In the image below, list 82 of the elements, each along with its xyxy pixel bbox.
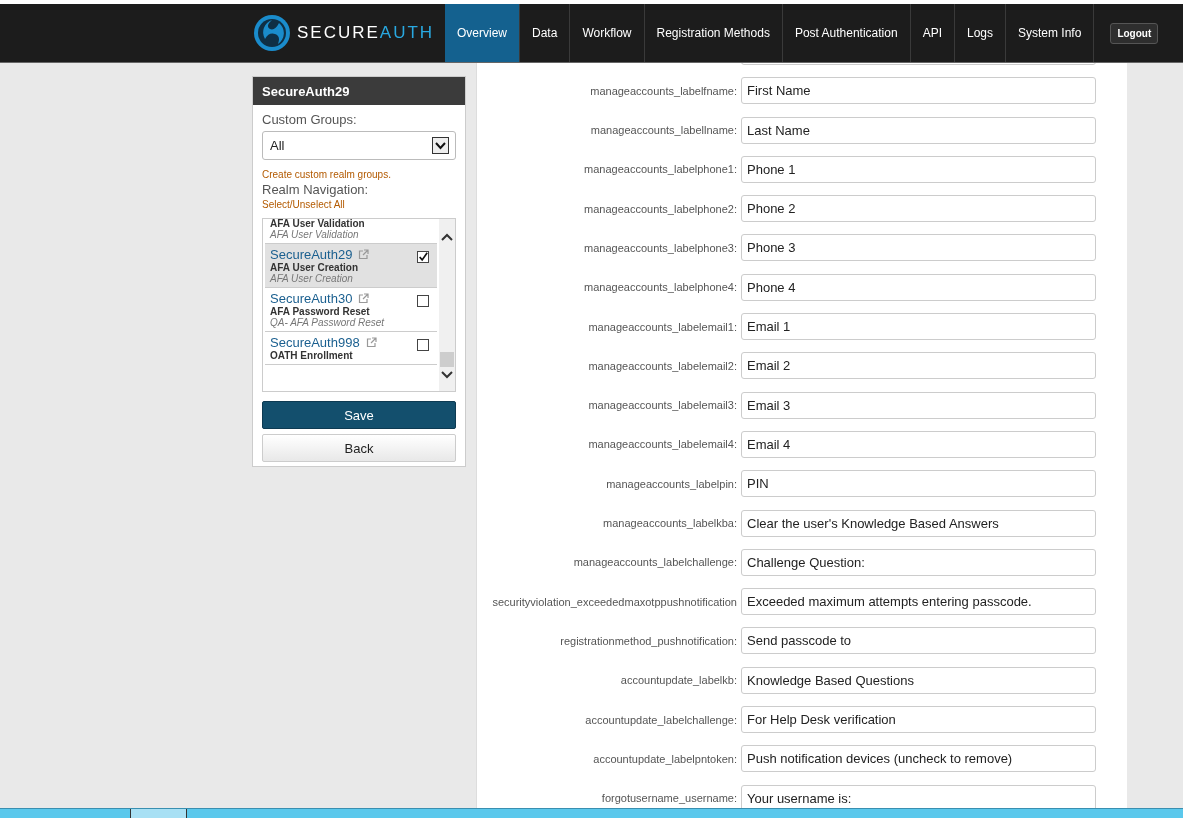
field-label: accountupdate_labelpntoken:	[592, 752, 737, 765]
field-label: manageaccounts_labelfname:	[589, 84, 737, 97]
nav-tab[interactable]: Overview	[445, 4, 520, 62]
input-field[interactable]: Push notification devices (uncheck to remove)	[741, 745, 1096, 773]
input-field[interactable]: First Name	[741, 77, 1096, 105]
field-label: accountupdate_labelchallenge:	[584, 713, 737, 726]
create-groups-link[interactable]: Create custom realm groups.	[262, 169, 456, 180]
nav-tab[interactable]: Logs	[955, 4, 1006, 62]
checkbox[interactable]	[417, 251, 429, 263]
realm-navigation-label: Realm Navigation:	[262, 182, 370, 197]
select-all-link[interactable]: Select/Unselect All	[262, 199, 456, 210]
realm-subtitle: AFA User Creation	[270, 273, 354, 284]
realm-description: OATH Enrollment	[270, 350, 354, 361]
input-field[interactable]: Last Name	[741, 116, 1096, 144]
scroll-thumb[interactable]	[440, 352, 454, 367]
scrollbar[interactable]	[439, 219, 455, 391]
field-label: forgotusername_username:	[600, 792, 737, 805]
groups-label: Custom Groups:	[262, 112, 358, 127]
realm-description: AFA User Creation	[270, 262, 359, 273]
field-label: registrationmethod_pushnotification:	[559, 634, 737, 647]
input-field[interactable]: Phone 1	[741, 155, 1096, 183]
input-field[interactable]: Exceeded maximum attempts entering passcode.	[741, 588, 1096, 616]
realm-item[interactable]: SecureAuth30 AFA Password Reset QA- AFA Password Reset	[265, 288, 437, 332]
nav-tab[interactable]: Data	[520, 4, 571, 62]
input-field[interactable]: Phone 3	[741, 234, 1096, 262]
input-field[interactable]: Phone 4	[741, 273, 1096, 301]
realm-subtitle: AFA User Validation	[270, 229, 360, 240]
input-field[interactable]: Email 3	[741, 391, 1096, 419]
panel-title: SecureAuth29	[253, 77, 465, 105]
groups-dropdown[interactable]: All	[262, 131, 456, 160]
swirl-logo-icon	[253, 14, 291, 52]
nav-tab[interactable]: Registration Methods	[644, 4, 783, 62]
scroll-up-icon[interactable]	[441, 233, 453, 241]
dropdown-value: All	[270, 138, 285, 153]
field-label: manageaccounts_labelphone3:	[583, 242, 737, 254]
input-field[interactable]: Email 2	[741, 352, 1096, 380]
field-label: manageaccounts_labelkba:	[602, 517, 737, 530]
realm-link[interactable]: SecureAuth998	[270, 335, 360, 350]
nav-tab[interactable]: System Info	[1006, 4, 1095, 62]
input-field[interactable]: Phone 2	[741, 195, 1096, 223]
input-field[interactable]: Email 4	[741, 430, 1096, 458]
input-field[interactable]: Knowledge Based Questions	[741, 666, 1096, 694]
realm-description: AFA User Validation	[270, 219, 365, 229]
external-link-icon[interactable]	[358, 293, 370, 304]
field-label: manageaccounts_labelphone4:	[583, 281, 737, 294]
nav-tab[interactable]: Workflow	[570, 4, 645, 62]
realm-item[interactable]: SecureAuth998 OATH Enrollment	[265, 332, 437, 365]
field-label: manageaccounts_labelemail2:	[587, 359, 737, 372]
field-label: manageaccounts_labelpin:	[605, 477, 737, 490]
input-field[interactable]: Email 1	[741, 313, 1096, 341]
nav-tab[interactable]: Post Authentication	[782, 4, 911, 62]
save-button[interactable]: Save	[262, 401, 456, 429]
logo-text: SECUREAUTH	[297, 23, 435, 43]
input-field[interactable]: Challenge Question:	[741, 548, 1096, 576]
field-label: manageaccounts_labellname:	[589, 124, 737, 137]
checkbox[interactable]	[417, 339, 429, 351]
back-button[interactable]: Back	[262, 434, 456, 462]
external-link-icon[interactable]	[365, 337, 377, 348]
input-field[interactable]: Clear the user's Knowledge Based Answers	[741, 509, 1096, 537]
logout-button[interactable]: Logout	[1110, 22, 1159, 44]
field-label: manageaccounts_labelchallenge:	[572, 556, 737, 569]
nav-tab[interactable]: API	[910, 4, 955, 62]
field-label: securityviolation_exceededmaxotppushnotification	[491, 595, 737, 608]
field-label: manageaccounts_labelemail3:	[587, 399, 737, 412]
field-label: accountupdate_labelkb:	[619, 674, 737, 687]
field-label: manageaccounts_labelphone1:	[583, 163, 737, 176]
input-field[interactable]: Your username is:	[741, 784, 1096, 808]
field-label: manageaccounts_labelemail1:	[587, 320, 737, 333]
checkbox[interactable]	[417, 295, 429, 307]
caret-icon	[432, 137, 449, 154]
input-field[interactable]: PIN	[741, 470, 1096, 498]
realm-link[interactable]: SecureAuth29	[270, 247, 353, 262]
realm-description: AFA Password Reset	[270, 306, 371, 317]
field-label: manageaccounts_labelemail4:	[587, 438, 737, 451]
realm-subtitle: QA- AFA Password Reset	[270, 317, 385, 328]
scroll-down-icon[interactable]	[441, 371, 453, 379]
input-field[interactable]: For Help Desk verification	[741, 706, 1096, 734]
realm-link[interactable]: SecureAuth30	[270, 291, 353, 306]
taskbar-button[interactable]	[130, 809, 187, 818]
realm-item[interactable]: SecureAuth29 AFA User Creation AFA User Creation	[265, 244, 437, 288]
input-field[interactable]: Send passcode to	[741, 627, 1096, 655]
field-label: manageaccounts_labelphone2:	[583, 202, 737, 215]
